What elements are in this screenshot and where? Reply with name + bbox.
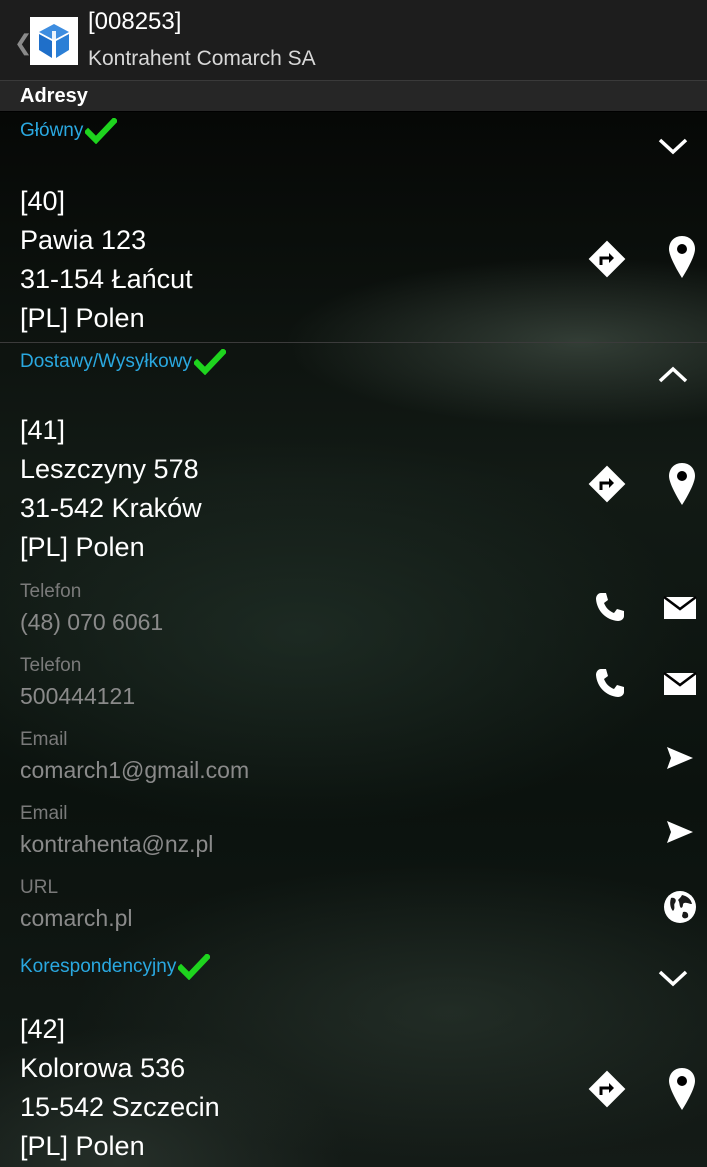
address-country: [PL] Polen	[20, 532, 145, 562]
section-title-adresy: Adresy	[0, 81, 707, 111]
address-number: [40]	[20, 186, 66, 216]
contact-row[interactable]: Email kontrahenta@nz.pl	[20, 803, 213, 859]
contact-row[interactable]: Email comarch1@gmail.com	[20, 729, 249, 785]
contact-value: 500444121	[20, 683, 136, 709]
address-type-text: Główny	[20, 120, 84, 141]
contractor-name: Kontrahent Comarch SA	[88, 47, 316, 70]
address-block-main: Główny [40] Pawia 123 31-154 Łańcut [PL]…	[0, 112, 707, 342]
contact-label: Telefon	[20, 581, 82, 602]
address-lines: [42] Kolorowa 536 15-542 Szczecin [PL] P…	[20, 1010, 220, 1166]
address-city: 15-542 Szczecin	[20, 1092, 220, 1122]
address-type-label: Główny	[20, 118, 118, 144]
address-type-label: Dostawy/Wysyłkowy	[20, 349, 226, 375]
contact-label: Telefon	[20, 655, 82, 676]
contact-label: URL	[20, 877, 59, 898]
map-pin-icon[interactable]	[660, 232, 704, 282]
contact-row[interactable]: Telefon (48) 070 6061	[20, 581, 163, 637]
envelope-icon[interactable]	[662, 669, 698, 699]
check-icon	[178, 954, 211, 980]
app-logo-icon[interactable]	[30, 17, 78, 65]
directions-icon[interactable]	[586, 238, 628, 280]
check-icon	[193, 349, 226, 375]
chevron-up-icon[interactable]	[657, 365, 689, 385]
address-type-label: Korespondencyjny	[20, 954, 211, 980]
directions-icon[interactable]	[586, 463, 628, 505]
address-street: Kolorowa 536	[20, 1053, 186, 1083]
contact-row[interactable]: URL comarch.pl	[20, 877, 132, 933]
app-header: ❮ [008253] Kontrahent Comarch SA	[0, 0, 707, 81]
address-lines: [41] Leszczyny 578 31-542 Kraków [PL] Po…	[20, 411, 202, 567]
address-block-correspondence: Korespondencyjny [42] Kolorowa 536 15-54…	[0, 950, 707, 1167]
address-country: [PL] Polen	[20, 303, 145, 333]
address-city: 31-154 Łańcut	[20, 264, 193, 294]
contact-row[interactable]: Telefon 500444121	[20, 655, 135, 711]
globe-icon[interactable]	[660, 887, 700, 927]
contact-value: kontrahenta@nz.pl	[20, 831, 214, 857]
send-icon[interactable]	[662, 817, 698, 847]
address-street: Leszczyny 578	[20, 454, 199, 484]
map-pin-icon[interactable]	[660, 1064, 704, 1114]
address-number: [42]	[20, 1014, 66, 1044]
contact-label: Email	[20, 803, 68, 824]
contact-value: comarch1@gmail.com	[20, 757, 250, 783]
address-type-text: Korespondencyjny	[20, 956, 177, 977]
directions-icon[interactable]	[586, 1068, 628, 1110]
phone-icon[interactable]	[592, 665, 628, 701]
map-pin-icon[interactable]	[660, 459, 704, 509]
address-type-text: Dostawy/Wysyłkowy	[20, 351, 192, 372]
chevron-down-icon[interactable]	[657, 136, 689, 156]
check-icon	[85, 118, 118, 144]
phone-icon[interactable]	[592, 589, 628, 625]
envelope-icon[interactable]	[662, 593, 698, 623]
contact-value: comarch.pl	[20, 905, 133, 931]
contact-value: (48) 070 6061	[20, 609, 164, 635]
address-lines: [40] Pawia 123 31-154 Łańcut [PL] Polen	[20, 182, 193, 338]
chevron-down-icon[interactable]	[657, 968, 689, 988]
address-city: 31-542 Kraków	[20, 493, 202, 523]
address-country: [PL] Polen	[20, 1131, 145, 1161]
address-block-delivery: Dostawy/Wysyłkowy [41] Leszczyny 578 31-…	[0, 343, 707, 953]
contact-label: Email	[20, 729, 68, 750]
contractor-code: [008253]	[88, 8, 182, 35]
address-number: [41]	[20, 415, 66, 445]
address-street: Pawia 123	[20, 225, 147, 255]
send-icon[interactable]	[662, 743, 698, 773]
